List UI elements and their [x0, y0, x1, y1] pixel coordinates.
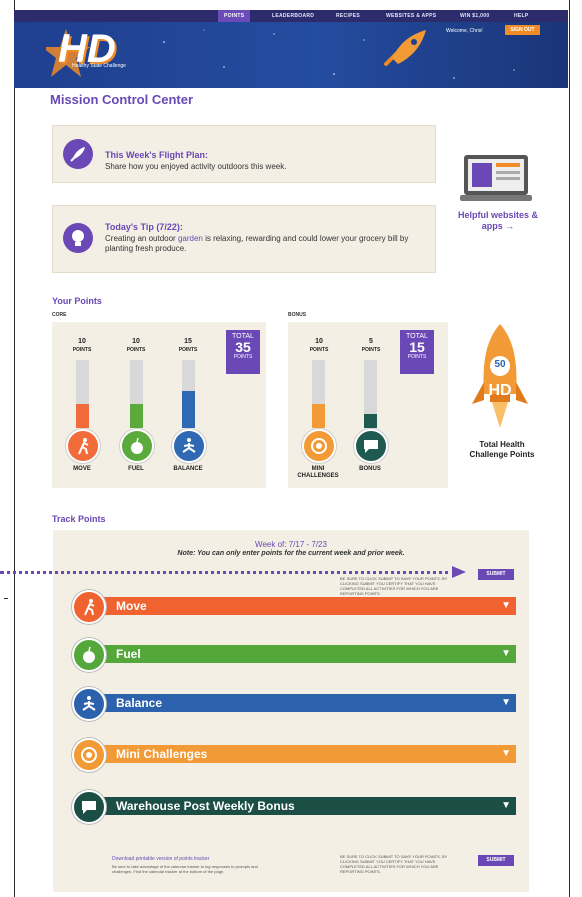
chat-bubble-icon — [354, 429, 388, 463]
nav-points[interactable]: POINTS — [218, 10, 251, 22]
category-mini-challenges-label: Mini Challenges — [116, 747, 208, 761]
your-points-heading: Your Points — [52, 296, 102, 306]
category-fuel-label: Fuel — [116, 647, 141, 661]
track-points-heading: Track Points — [52, 514, 106, 524]
bonus-total-badge: TOTAL 15 POINTS — [400, 330, 434, 374]
chevron-down-icon[interactable]: ▼ — [501, 694, 511, 712]
core-total-value: 35 — [235, 339, 251, 355]
callout-arrow-icon — [452, 566, 466, 578]
runner-icon — [72, 590, 106, 624]
week-range: Week of: 7/17 - 7/23 — [255, 540, 327, 549]
logo-subtitle: Healthy State Challenge — [72, 63, 126, 69]
chevron-down-icon[interactable]: ▼ — [501, 745, 511, 763]
total-points-label: Total Health Challenge Points — [469, 440, 535, 459]
chevron-down-icon[interactable]: ▼ — [501, 645, 511, 663]
welcome-text: Welcome, Chris! — [446, 28, 483, 34]
mini-challenges-label: MINI CHALLENGES — [297, 466, 339, 479]
chat-bubble-icon — [72, 790, 106, 824]
submit-button-bottom[interactable]: SUBMIT — [478, 855, 514, 866]
balance-bar-fill — [182, 390, 195, 428]
footer-note: Be sure to take advantage of the calenda… — [112, 864, 258, 874]
printable-tracker-link[interactable]: Download printable version of points tra… — [112, 856, 209, 862]
nav-websites-apps[interactable]: WEBSITES & APPS — [386, 10, 436, 22]
bonus-bar — [364, 360, 377, 428]
bonus-points: 5 POINTS — [361, 338, 381, 353]
rocket-icon — [63, 139, 93, 169]
fuel-label: FUEL — [128, 466, 144, 472]
submit-fineprint-bottom: BE SURE TO CLICK SUBMIT TO SAVE YOUR POI… — [340, 854, 448, 874]
tip-title: Today's Tip (7/22): — [105, 222, 183, 232]
category-balance[interactable]: Balance ▼ — [72, 687, 516, 721]
move-points: 10 POINTS — [72, 338, 92, 353]
bonus-label: BONUS — [288, 312, 307, 318]
mini-challenges-bar-fill — [312, 404, 325, 428]
move-label: MOVE — [73, 466, 91, 472]
meditation-icon — [172, 429, 206, 463]
bonus-total-value: 15 — [409, 339, 425, 355]
submit-button-top[interactable]: SUBMIT — [478, 569, 514, 580]
fuel-bar — [130, 360, 143, 428]
callout-dotted-line — [0, 571, 456, 574]
mini-challenges-points: 10 POINTS — [309, 338, 329, 353]
move-bar-fill — [76, 404, 89, 428]
nav-win[interactable]: WIN $1,000 — [460, 10, 489, 22]
core-label: CORE — [52, 312, 67, 318]
tip-card: Today's Tip (7/22): Creating an outdoor … — [52, 205, 436, 273]
category-weekly-bonus[interactable]: Warehouse Post Weekly Bonus ▼ — [72, 790, 516, 824]
balance-bar — [182, 360, 195, 428]
nav-help[interactable]: HELP — [514, 10, 529, 22]
category-fuel[interactable]: Fuel ▼ — [72, 638, 516, 672]
balance-label: BALANCE — [173, 466, 203, 472]
laptop-icon[interactable] — [460, 153, 532, 205]
week-note: Note: You can only enter points for the … — [177, 550, 405, 557]
category-balance-label: Balance — [116, 696, 163, 710]
apple-icon — [120, 429, 154, 463]
flight-plan-body: Share how you enjoyed activity outdoors … — [105, 162, 287, 171]
meditation-icon — [72, 687, 106, 721]
target-icon — [302, 429, 336, 463]
page-title: Mission Control Center — [50, 92, 194, 107]
garden-link[interactable]: garden — [178, 234, 203, 243]
rocket-badge: HD — [488, 382, 512, 399]
nav-leaderboard[interactable]: LEADERBOARD — [272, 10, 314, 22]
mini-challenges-bar — [312, 360, 325, 428]
apple-icon — [72, 638, 106, 672]
total-points-rocket: 50 HD — [470, 322, 530, 436]
sign-out-button[interactable]: SIGN OUT — [505, 25, 540, 35]
flight-plan-title: This Week's Flight Plan: — [105, 150, 208, 160]
fuel-points: 10 POINTS — [126, 338, 146, 353]
category-move-label: Move — [116, 599, 147, 613]
chevron-down-icon[interactable]: ▼ — [501, 597, 511, 615]
lightbulb-icon — [63, 223, 93, 253]
nav-recipes[interactable]: RECIPES — [336, 10, 360, 22]
fuel-bar-fill — [130, 404, 143, 428]
balance-points: 15 POINTS — [178, 338, 198, 353]
rocket-points-value: 50 — [494, 359, 506, 370]
move-bar — [76, 360, 89, 428]
helpful-websites-link[interactable]: Helpful websites & apps → — [452, 210, 544, 232]
top-nav: POINTS LEADERBOARD RECIPES WEBSITES & AP… — [14, 10, 568, 22]
category-weekly-bonus-label: Warehouse Post Weekly Bonus — [116, 799, 295, 813]
bonus-bar-fill — [364, 414, 377, 428]
bonus-label: BONUS — [359, 466, 381, 472]
flight-plan-card: This Week's Flight Plan: Share how you e… — [52, 125, 436, 183]
margin-mark — [4, 598, 8, 599]
chevron-down-icon[interactable]: ▼ — [501, 797, 511, 815]
target-icon — [72, 738, 106, 772]
tip-body: Creating an outdoor garden is relaxing, … — [105, 234, 409, 253]
runner-icon — [66, 429, 100, 463]
submit-fineprint-top: BE SURE TO CLICK SUBMIT TO SAVE YOUR POI… — [340, 576, 448, 596]
category-mini-challenges[interactable]: Mini Challenges ▼ — [72, 738, 516, 772]
category-move[interactable]: Move ▼ — [72, 590, 516, 624]
hd-logo[interactable]: HD Healthy State Challenge — [46, 25, 126, 83]
core-total-badge: TOTAL 35 POINTS — [226, 330, 260, 374]
rocket-icon — [382, 28, 430, 68]
